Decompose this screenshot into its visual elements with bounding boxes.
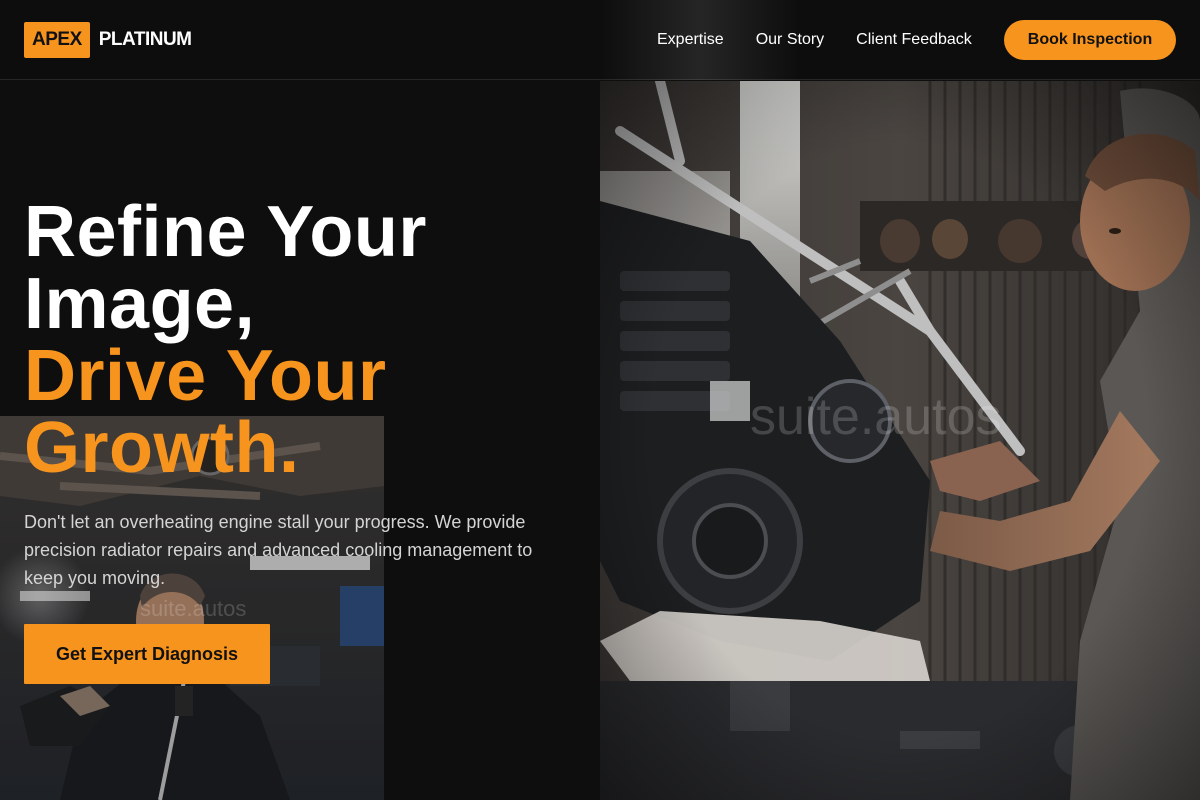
hero-title-line-1: Refine Your bbox=[24, 192, 427, 272]
hero-description: Don't let an overheating engine stall yo… bbox=[24, 512, 533, 588]
nav-link-expertise[interactable]: Expertise bbox=[641, 31, 740, 49]
image-watermark: suite.autos bbox=[750, 388, 1002, 446]
main-nav: Expertise Our Story Client Feedback bbox=[641, 20, 988, 60]
hero-title: Refine Your Image, Drive Your Growth. bbox=[24, 196, 584, 484]
hero-title-accent-line-2: Growth. bbox=[24, 408, 300, 488]
hero-title-line-2: Image, bbox=[24, 264, 256, 344]
nav-link-our-story[interactable]: Our Story bbox=[740, 31, 840, 49]
brand-logo[interactable]: APEX PLATINUM bbox=[24, 22, 192, 58]
image-watermark-small: suite.autos bbox=[140, 596, 247, 621]
get-expert-diagnosis-button[interactable]: Get Expert Diagnosis bbox=[24, 624, 270, 684]
book-inspection-button[interactable]: Book Inspection bbox=[1004, 20, 1176, 60]
logo-badge: APEX bbox=[24, 22, 90, 58]
hero-image-mechanic-engine: suite.autos bbox=[600, 81, 1200, 800]
logo-text: PLATINUM bbox=[98, 29, 192, 50]
nav-link-client-feedback[interactable]: Client Feedback bbox=[840, 31, 988, 49]
hero-title-accent-line-1: Drive Your bbox=[24, 336, 387, 416]
site-header: APEX PLATINUM Expertise Our Story Client… bbox=[0, 0, 1200, 80]
